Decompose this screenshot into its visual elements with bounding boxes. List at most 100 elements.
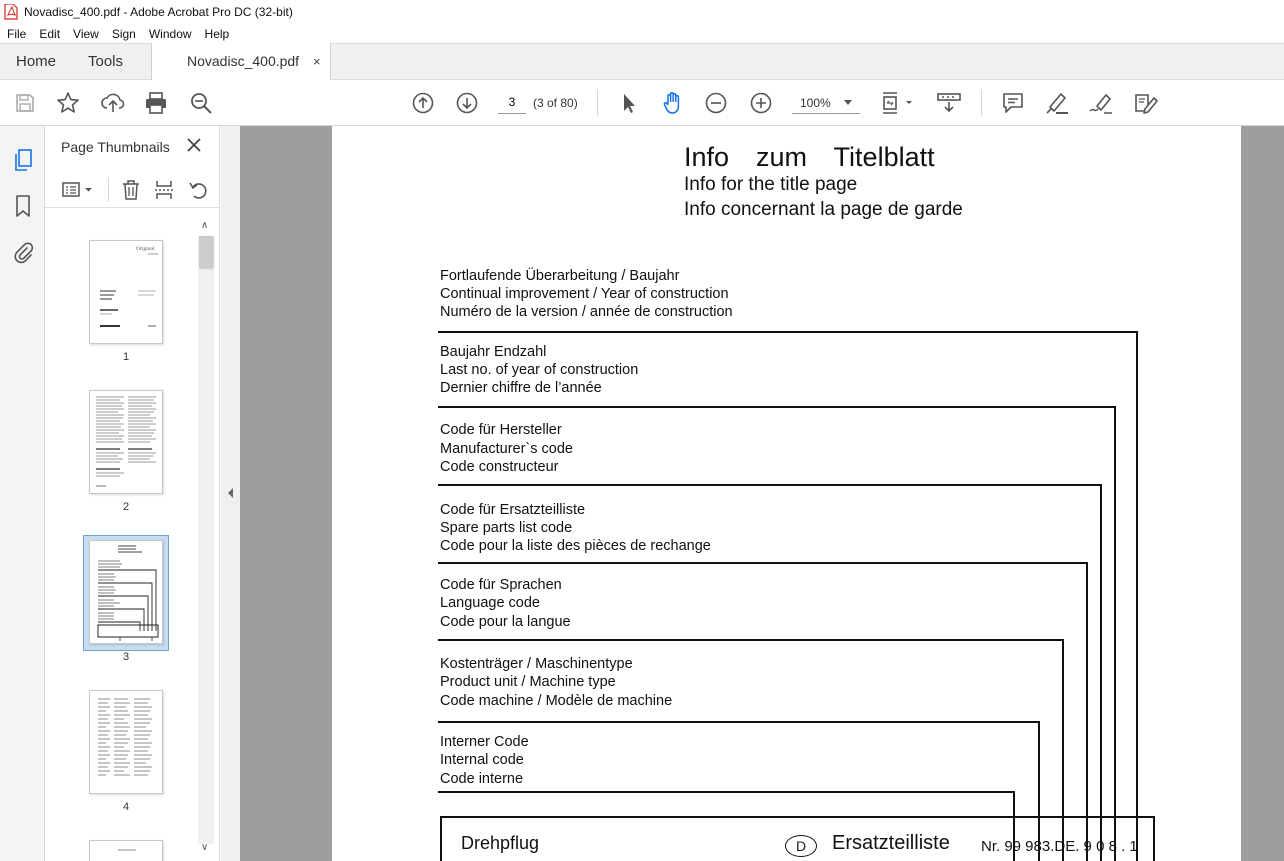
panel-title: Page Thumbnails (61, 139, 170, 155)
thumbnail-page-2[interactable] (89, 390, 163, 494)
menu-file[interactable]: File (0, 27, 32, 41)
leader-line (438, 562, 1088, 564)
section-text: Internal code (440, 752, 524, 768)
bookmark-star-icon[interactable] (55, 90, 81, 116)
section-text: Last no. of year of construction (440, 362, 639, 378)
thumbnails-panel: Page Thumbnails ∧ ∨ Original 1 2 3 4 (45, 126, 220, 861)
language-circle: D (785, 835, 817, 857)
menu-window[interactable]: Window (142, 27, 198, 41)
acrobat-pdf-icon (4, 4, 18, 20)
leader-line (438, 721, 1040, 723)
page-thumbnails-icon[interactable] (10, 147, 36, 173)
scroll-down-icon[interactable]: ∨ (201, 842, 208, 853)
document-tab-label: Novadisc_400.pdf (187, 53, 300, 69)
thumbnail-toolbar (45, 174, 220, 208)
select-cursor-icon[interactable] (616, 90, 642, 116)
section-text: Spare parts list code (440, 520, 573, 536)
thumbnail-label: 2 (122, 501, 130, 513)
panel-collapse-handle[interactable] (221, 126, 240, 861)
section-text: Dernier chiffre de l’année (440, 380, 602, 396)
draw-sign-icon[interactable] (1088, 90, 1114, 116)
leader-line (438, 484, 1102, 486)
thumbnail-label: 3 (122, 651, 130, 663)
close-icon[interactable] (185, 136, 203, 154)
menu-view[interactable]: View (66, 27, 105, 41)
section-text: Code interne (440, 771, 524, 787)
leader-line (1100, 484, 1102, 861)
page-heading: Info zum Titelblatt (684, 142, 935, 172)
section-text: Fortlaufende Überarbeitung / Baujahr (440, 268, 680, 284)
scrollbar-thumb[interactable] (199, 236, 213, 268)
thumbnail-page-1[interactable]: Original (89, 240, 163, 344)
toolbar-separator (597, 90, 598, 116)
section-text: Product unit / Machine type (440, 674, 616, 690)
window-title: Novadisc_400.pdf - Adobe Acrobat Pro DC … (24, 5, 293, 19)
leader-line (438, 406, 1116, 408)
page-subheading-en: Info for the title page (684, 174, 858, 195)
leader-line (1114, 406, 1116, 861)
leader-line (1136, 331, 1138, 861)
thumbnail-page-4[interactable] (89, 690, 163, 794)
thumbnail-scrollbar[interactable]: ∧ ∨ (198, 220, 214, 858)
section-text: Code für Hersteller (440, 422, 562, 438)
leader-line (438, 791, 1015, 793)
menu-sign[interactable]: Sign (105, 27, 142, 41)
scroll-mode-icon[interactable] (936, 90, 962, 116)
split-page-icon[interactable] (152, 178, 176, 202)
scrollbar-track (198, 236, 214, 844)
zoom-out-icon[interactable] (703, 90, 729, 116)
close-tab-icon[interactable]: × (313, 43, 321, 80)
section-text: Baujahr Endzahl (440, 344, 547, 360)
thumbnail-options-icon[interactable] (60, 178, 96, 202)
section-text: Kostenträger / Maschinentype (440, 656, 633, 672)
page-fit-icon[interactable] (880, 90, 916, 116)
menu-bar: File Edit View Sign Window Help (0, 24, 1284, 43)
section-text: Language code (440, 595, 540, 611)
tab-document[interactable]: Novadisc_400.pdf × (151, 43, 331, 80)
scroll-up-icon[interactable]: ∧ (201, 220, 208, 231)
page-number-input[interactable] (498, 90, 526, 114)
navigation-rail (0, 126, 45, 861)
edit-pdf-icon[interactable] (1133, 90, 1159, 116)
menu-help[interactable]: Help (198, 27, 236, 41)
print-icon[interactable] (143, 90, 169, 116)
leader-line (438, 331, 1138, 333)
thumbnail-page-3[interactable] (89, 540, 163, 644)
thumb1-brand-text: Original (136, 246, 155, 252)
section-text: Code für Ersatzteilliste (440, 502, 586, 518)
box-left-label: Drehpflug (461, 833, 540, 853)
highlight-icon[interactable] (1044, 90, 1070, 116)
section-text: Code pour la langue (440, 614, 571, 630)
main-toolbar (0, 80, 1284, 126)
document-viewport[interactable]: Info zum Titelblatt Info for the title p… (240, 126, 1284, 861)
thumbnail-label: 4 (122, 801, 130, 813)
section-text: Interner Code (440, 734, 529, 750)
collapse-left-icon (228, 488, 233, 498)
page-count-label: (3 of 80) (533, 96, 578, 110)
section-text: Code pour la liste des pièces de rechang… (440, 538, 711, 554)
chevron-down-icon (844, 100, 852, 105)
zoom-dropdown[interactable]: 100% (792, 90, 860, 114)
search-zoom-icon[interactable] (188, 90, 214, 116)
undo-rotate-icon[interactable] (186, 178, 210, 202)
zoom-in-icon[interactable] (748, 90, 774, 116)
title-bar: Novadisc_400.pdf - Adobe Acrobat Pro DC … (0, 0, 1284, 24)
page-down-icon[interactable] (454, 90, 480, 116)
save-icon[interactable] (12, 90, 38, 116)
tab-tools[interactable]: Tools (88, 44, 123, 80)
pdf-page: Info zum Titelblatt Info for the title p… (332, 126, 1241, 861)
menu-edit[interactable]: Edit (32, 27, 66, 41)
delete-page-icon[interactable] (119, 178, 143, 202)
section-text: Code für Sprachen (440, 577, 562, 593)
bookmarks-icon[interactable] (10, 193, 36, 219)
hand-tool-icon[interactable] (660, 90, 686, 116)
upload-share-icon[interactable] (100, 90, 126, 116)
box-right-label: Ersatzteilliste (832, 832, 950, 854)
tab-home[interactable]: Home (16, 44, 56, 80)
page-up-icon[interactable] (410, 90, 436, 116)
thumbnail-label: 1 (122, 351, 130, 363)
thumbnail-page-5[interactable] (89, 840, 163, 861)
attachments-icon[interactable] (10, 239, 36, 265)
panel-separator (108, 178, 109, 202)
comment-icon[interactable] (1000, 90, 1026, 116)
